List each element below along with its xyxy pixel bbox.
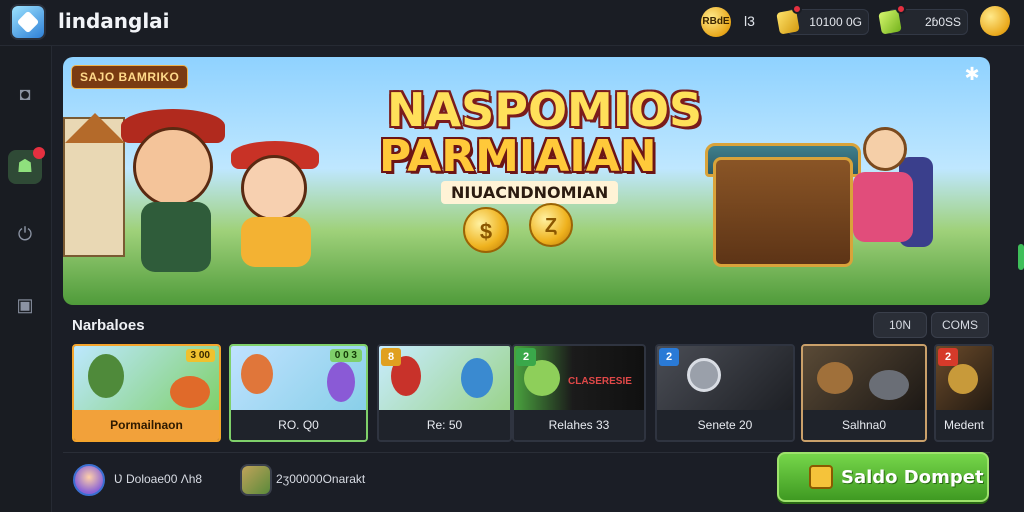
pirate-body-illustration — [141, 202, 211, 272]
roof-illustration — [65, 113, 125, 143]
sidebar: ◘ ☗ ⏻ ▣ — [0, 46, 52, 512]
girl-character-illustration — [863, 127, 907, 171]
banner-tag: SAJO BAMRIKO — [71, 65, 189, 89]
gold-wallet-value: 10100 0G — [809, 15, 862, 29]
game-card[interactable]: CLASERESIE 2 Relahes 33 — [512, 344, 646, 442]
card-label: Pormailnaon — [74, 410, 219, 440]
top-bar: lindanglai RBdE l3 10100 0G 2ɓ0SS — [0, 0, 1024, 46]
character-illustration — [241, 354, 273, 394]
sidekick-body-illustration — [241, 217, 311, 267]
banner-subtitle: NIUACNDNOMIAN — [441, 181, 619, 204]
wizard-illustration — [327, 362, 355, 402]
card-label: Senete 20 — [657, 410, 793, 440]
coin-icon: $ — [463, 207, 509, 253]
card-badge: 0 0 3 — [329, 349, 362, 362]
reward-text: 2ʒ00000Onarakt — [276, 472, 366, 486]
top-count: l3 — [744, 13, 755, 29]
app-title: lindanglai — [58, 9, 170, 33]
power-icon: ⏻ — [17, 224, 33, 244]
notification-dot — [792, 4, 802, 14]
cannon-illustration — [869, 370, 909, 400]
card-badge: 3 00 — [185, 349, 215, 362]
banner-title-line2: PARMIAIAN — [379, 131, 657, 182]
card-badge: 2 — [659, 348, 679, 366]
game-card[interactable]: 2 Medent — [934, 344, 994, 442]
card-badge: 8 — [381, 348, 401, 366]
filter-pill[interactable]: 10N — [873, 312, 927, 338]
sack-illustration — [817, 362, 853, 394]
user-icon: ☗ — [16, 156, 34, 176]
promo-banner[interactable]: SAJO BAMRIKO NASPOMIOS PARMIAIAN NIUACND… — [63, 57, 990, 305]
banner-title-line1: NASPOMIOS — [387, 83, 703, 137]
filter-pill[interactable]: COMS — [931, 312, 989, 338]
girl-body-illustration — [853, 172, 913, 242]
wallet-icon: ▣ — [16, 295, 34, 315]
sidebar-notification-dot — [33, 147, 45, 159]
item-illustration — [948, 364, 978, 394]
card-label: Salhna0 — [803, 410, 925, 440]
coin-icon[interactable]: RBdE — [701, 7, 731, 37]
card-art-text: CLASERESIE — [568, 376, 632, 387]
character-illustration — [461, 358, 493, 398]
green-wallet-value: 2ɓ0SS — [924, 15, 961, 29]
game-card[interactable]: Salhna0 — [801, 344, 927, 442]
card-label: Medent — [936, 410, 992, 440]
wallet-balance-button[interactable]: Saldo Dompet — [777, 452, 989, 502]
notification-dot — [896, 4, 906, 14]
wallet-balance-label: Saldo Dompet — [841, 467, 984, 488]
game-card[interactable]: 0 0 3 RO. Q0 — [229, 344, 368, 442]
hook-illustration — [687, 358, 721, 392]
coin-glyph: Ȥ — [544, 215, 558, 237]
profile-coin-icon[interactable] — [980, 6, 1010, 36]
coin-label: RBdE — [702, 16, 730, 27]
character-illustration — [88, 354, 124, 398]
reward-icon[interactable] — [240, 464, 272, 496]
card-label: Relahes 33 — [514, 410, 644, 440]
coin-icon: Ȥ — [529, 203, 573, 247]
sidekick-character-illustration — [241, 155, 307, 221]
camera-icon: ◘ — [19, 84, 31, 104]
creature-illustration — [170, 376, 210, 408]
card-badge: 2 — [938, 348, 958, 366]
sidebar-item-power[interactable]: ⏻ — [8, 218, 42, 252]
section-title: Narbaloes — [72, 317, 145, 334]
card-art — [803, 346, 925, 412]
pirate-character-illustration — [133, 127, 213, 207]
card-label: Re: 50 — [379, 410, 510, 440]
avatar[interactable] — [73, 464, 105, 496]
treasure-chest-illustration — [713, 157, 853, 267]
sparkle-icon[interactable]: ✱ — [961, 63, 983, 85]
card-label: RO. Q0 — [231, 410, 366, 440]
sidebar-item-camera[interactable]: ◘ — [8, 78, 42, 112]
card-badge: 2 — [516, 348, 536, 366]
coin-glyph: $ — [479, 219, 493, 244]
game-card[interactable]: 8 Re: 50 — [377, 344, 512, 442]
house-icon — [809, 465, 833, 489]
sidebar-item-wallet[interactable]: ▣ — [8, 289, 42, 323]
app-logo-icon[interactable] — [10, 4, 46, 40]
game-card[interactable]: 3 00 Pormailnaon — [72, 344, 221, 442]
game-card[interactable]: 2 Senete 20 — [655, 344, 795, 442]
edge-handle[interactable] — [1018, 244, 1024, 270]
user-status-text: Ʋ Doloae00 Λh8 — [114, 472, 203, 486]
